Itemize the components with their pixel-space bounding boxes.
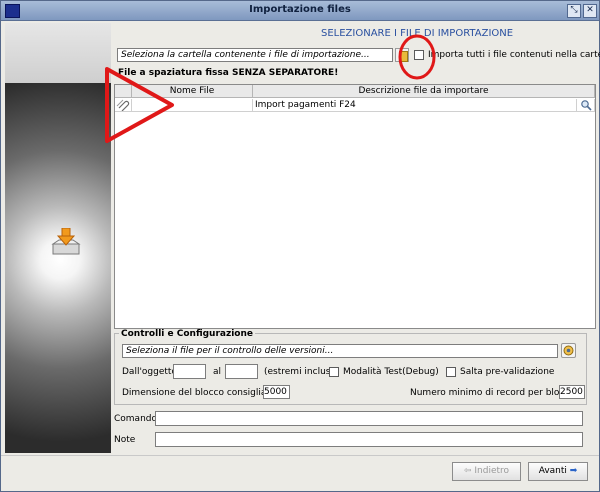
version-file-input[interactable]: Seleziona il file per il controllo delle…	[122, 344, 558, 358]
min-records-field[interactable]: 2500	[559, 385, 585, 399]
next-label: Avanti	[538, 466, 567, 476]
window-title: Importazione files	[249, 4, 351, 15]
skip-prevalidation-checkbox[interactable]	[446, 367, 456, 377]
format-label: File a spaziatura fissa SENZA SEPARATORE…	[118, 68, 339, 78]
section-title: SELEZIONARE I FILE DI IMPORTAZIONE	[321, 28, 514, 39]
download-tray-icon	[51, 228, 81, 255]
test-mode-label: Modalità Test(Debug)	[343, 367, 439, 377]
note-label: Note	[114, 435, 136, 445]
comando-label: Comando	[114, 414, 157, 424]
note-input[interactable]	[155, 432, 583, 447]
block-size-label: Dimensione del blocco consigliata	[122, 388, 276, 398]
controls-group-title: Controlli e Configurazione	[119, 329, 255, 339]
close-icon[interactable]: ✕	[583, 4, 597, 18]
block-size-field[interactable]: 5000	[263, 385, 290, 399]
settings-icon	[563, 345, 574, 356]
back-arrow-icon: ⇦	[463, 466, 475, 476]
back-button[interactable]: ⇦ Indietro	[452, 462, 521, 481]
minimize-icon[interactable]: ⤡	[567, 4, 581, 18]
folder-icon	[399, 51, 408, 62]
wizard-side-image	[5, 23, 111, 453]
range-note: (estremi inclusi)	[264, 367, 337, 377]
column-header-nome-file[interactable]: Nome File	[132, 85, 253, 98]
table-cell-descrizione[interactable]: Import pagamenti F24	[253, 99, 577, 112]
column-header-descrizione[interactable]: Descrizione file da importare	[253, 85, 595, 98]
from-object-field[interactable]	[173, 364, 206, 379]
import-all-checkbox[interactable]	[414, 50, 424, 60]
to-object-label: al	[213, 367, 222, 377]
import-window: Importazione files ⤡ ✕ SELEZIONARE I FIL…	[0, 0, 600, 492]
files-table: Nome File Descrizione file da importare …	[114, 84, 596, 329]
magnifier-icon	[580, 100, 592, 111]
row-search-button[interactable]	[577, 99, 595, 112]
folder-browse-button[interactable]	[395, 48, 409, 62]
table-corner	[115, 85, 132, 98]
version-browse-button[interactable]	[561, 343, 576, 358]
next-arrow-icon: ➡	[566, 466, 578, 476]
next-button[interactable]: Avanti ➡	[528, 462, 588, 481]
row-attach-button[interactable]	[115, 99, 132, 112]
back-label: Indietro	[474, 466, 510, 476]
skip-prevalidation-label: Salta pre-validazione	[460, 367, 555, 377]
test-mode-checkbox[interactable]	[329, 367, 339, 377]
paperclip-icon	[116, 99, 130, 111]
folder-input[interactable]: Seleziona la cartella contenente i file …	[117, 48, 393, 62]
table-cell-nome-file[interactable]	[132, 99, 253, 112]
to-object-field[interactable]	[225, 364, 258, 379]
from-object-label: Dall'oggetto	[122, 367, 177, 377]
import-all-label: Importa tutti i file contenuti nella car…	[428, 50, 600, 60]
comando-input[interactable]	[155, 411, 583, 426]
min-records-label: Numero minimo di record per blocco	[410, 388, 575, 398]
title-bar: Importazione files ⤡ ✕	[1, 1, 599, 21]
